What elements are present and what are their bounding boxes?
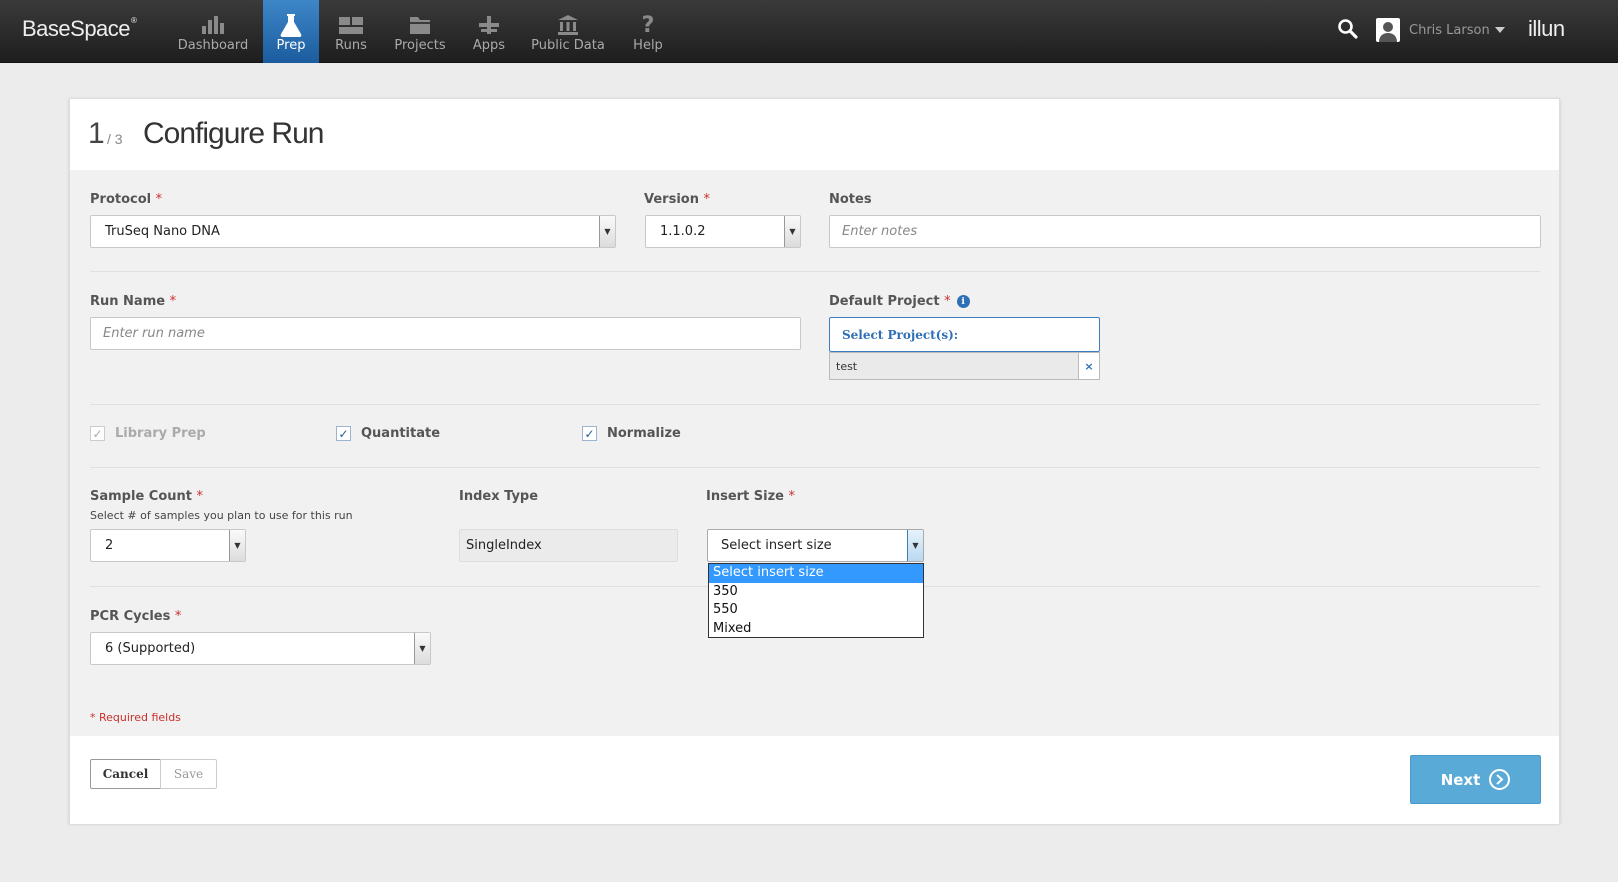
nav-apps[interactable]: Apps — [468, 0, 510, 63]
cancel-button[interactable]: Cancel — [90, 759, 161, 789]
divider — [90, 271, 1540, 272]
project-chip-label: test — [836, 359, 858, 373]
nav-label: Help — [633, 38, 663, 53]
index-type-field: SingleIndex — [459, 529, 678, 562]
insert-size-value: Select insert size — [721, 538, 832, 553]
sample-count-value: 2 — [105, 538, 114, 553]
user-menu[interactable]: Chris Larson — [1376, 18, 1505, 42]
nav-help[interactable]: ? Help — [628, 0, 668, 63]
run-name-placeholder: Enter run name — [103, 326, 205, 341]
nav-label: Projects — [394, 38, 446, 53]
dropdown-option[interactable]: Select insert size — [709, 564, 923, 583]
nav-label: Apps — [472, 38, 506, 53]
nav-label: Public Data — [531, 38, 605, 53]
flask-icon — [279, 12, 303, 38]
divider — [90, 467, 1540, 468]
folder-icon — [408, 12, 432, 38]
sample-count-select[interactable]: 2 ▼ — [90, 529, 246, 562]
dashboard-icon — [200, 12, 226, 38]
chevron-right-icon — [1489, 769, 1511, 790]
insert-size-dropdown: Select insert size 350 550 Mixed — [708, 563, 924, 638]
search-icon — [1337, 18, 1359, 44]
run-name-label: Run Name * — [90, 294, 177, 309]
dropdown-option[interactable]: 350 — [709, 583, 923, 602]
card-header: 1 / 3 Configure Run — [70, 99, 1559, 170]
search-button[interactable] — [1337, 18, 1359, 44]
select-projects-label: Select Project(s): — [842, 327, 959, 342]
insert-size-select[interactable]: Select insert size ▼ — [707, 529, 924, 562]
quantitate-label: Quantitate — [361, 426, 441, 441]
select-arrow-icon: ▼ — [907, 530, 923, 561]
runs-icon — [337, 12, 365, 38]
index-type-label: Index Type — [459, 489, 539, 504]
top-nav-bar: BaseSpace® Dashboard Prep Runs Projects … — [0, 0, 1618, 63]
dropdown-option[interactable]: 550 — [709, 601, 923, 620]
caret-down-icon — [1494, 27, 1505, 33]
checkmark-icon: ✓ — [90, 426, 105, 441]
apps-icon — [476, 12, 502, 38]
avatar — [1376, 18, 1400, 42]
sample-count-help: Select # of samples you plan to use for … — [90, 509, 353, 522]
pcr-cycles-label: PCR Cycles * — [90, 609, 182, 624]
sample-count-label: Sample Count * — [90, 489, 204, 504]
divider — [90, 404, 1540, 405]
info-icon[interactable]: i — [956, 295, 970, 308]
version-label: Version * — [644, 192, 710, 207]
project-chip: test × — [829, 352, 1100, 380]
nav-label: Runs — [335, 38, 367, 53]
select-arrow-icon: ▼ — [229, 530, 245, 561]
protocol-label: Protocol * — [90, 192, 163, 207]
quantitate-checkbox[interactable]: ✓ Quantitate — [336, 426, 440, 441]
notes-input[interactable]: Enter notes — [829, 215, 1541, 248]
normalize-label: Normalize — [607, 426, 681, 441]
select-arrow-icon: ▼ — [414, 633, 430, 664]
next-label: Next — [1440, 770, 1481, 789]
help-icon: ? — [641, 12, 655, 38]
step-number: 1 — [88, 117, 105, 150]
illumina-logo: illun — [1528, 16, 1565, 41]
pcr-cycles-select[interactable]: 6 (Supported) ▼ — [90, 632, 431, 665]
select-projects-button[interactable]: Select Project(s): — [829, 317, 1100, 352]
checkmark-icon: ✓ — [582, 426, 597, 441]
run-name-input[interactable]: Enter run name — [90, 317, 801, 350]
nav-dashboard[interactable]: Dashboard — [175, 0, 251, 63]
nav-public-data[interactable]: Public Data — [530, 0, 606, 63]
protocol-select[interactable]: TruSeq Nano DNA ▼ — [90, 215, 616, 248]
page-title: Configure Run — [143, 117, 324, 150]
remove-project-icon[interactable]: × — [1078, 353, 1099, 379]
select-arrow-icon: ▼ — [599, 216, 615, 247]
index-type-value: SingleIndex — [466, 538, 542, 553]
nav-label: Dashboard — [177, 38, 249, 53]
save-button[interactable]: Save — [160, 759, 217, 789]
required-fields-note: * Required fields — [90, 711, 181, 724]
nav-projects[interactable]: Projects — [392, 0, 448, 63]
configure-run-card: 1 / 3 Configure Run Protocol * TruSeq Na… — [69, 98, 1560, 824]
default-project-label: Default Project * i — [829, 294, 970, 309]
library-prep-checkbox[interactable]: ✓ Library Prep — [90, 426, 206, 441]
bank-icon — [556, 12, 580, 38]
notes-label: Notes — [829, 192, 872, 207]
notes-placeholder: Enter notes — [842, 224, 918, 239]
library-prep-label: Library Prep — [115, 426, 206, 441]
nav-label: Prep — [276, 38, 306, 53]
pcr-cycles-value: 6 (Supported) — [105, 641, 196, 656]
basespace-logo[interactable]: BaseSpace® — [22, 16, 137, 42]
version-select[interactable]: 1.1.0.2 ▼ — [645, 215, 801, 248]
card-footer: Cancel Save Next — [70, 736, 1559, 824]
next-button[interactable]: Next — [1410, 755, 1541, 804]
select-arrow-icon: ▼ — [784, 216, 800, 247]
protocol-value: TruSeq Nano DNA — [105, 224, 220, 239]
insert-size-label: Insert Size * — [706, 489, 796, 504]
checkmark-icon: ✓ — [336, 426, 351, 441]
dropdown-option[interactable]: Mixed — [709, 620, 923, 639]
nav-runs[interactable]: Runs — [330, 0, 372, 63]
version-value: 1.1.0.2 — [660, 224, 706, 239]
normalize-checkbox[interactable]: ✓ Normalize — [582, 426, 681, 441]
nav-prep[interactable]: Prep — [263, 0, 319, 63]
step-total: / 3 — [107, 131, 123, 147]
user-name: Chris Larson — [1409, 22, 1490, 38]
